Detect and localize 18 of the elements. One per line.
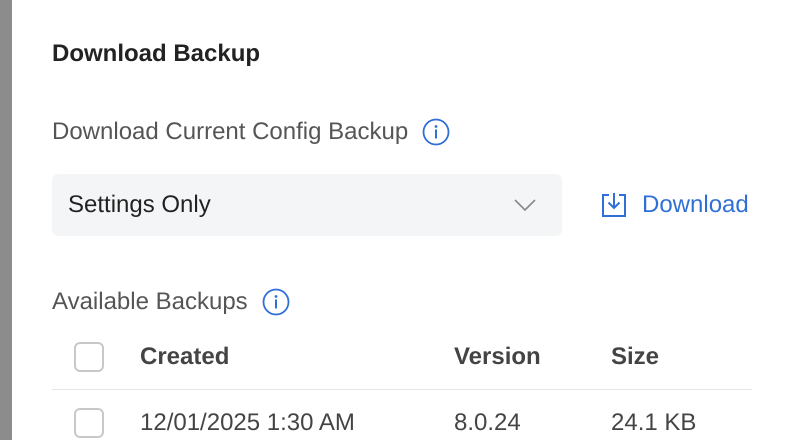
column-header[interactable]: Created [140,338,230,374]
dialog-title: Download Backup [52,42,262,66]
chevron-down-icon [514,199,536,211]
table-cell-text: 24.1 KB [611,408,696,438]
checkbox[interactable] [74,408,104,438]
section-label: Download Current Config Backup [52,117,408,147]
section-label: Available Backups [52,287,248,317]
download-button[interactable]: Download [600,187,749,223]
table-cell-text: 8.0.24 [454,408,521,438]
download-icon [600,191,628,219]
table-cell-text: 12/01/2025 1:30 AM [140,408,355,438]
info-icon[interactable] [422,118,450,146]
column-header[interactable]: Size [611,338,660,374]
info-icon[interactable] [262,288,290,316]
checkbox[interactable] [74,342,104,372]
dropdown-field[interactable]: Settings Only [52,174,562,236]
column-header[interactable]: Version [454,338,541,374]
dropdown-value: Settings Only [68,190,211,220]
